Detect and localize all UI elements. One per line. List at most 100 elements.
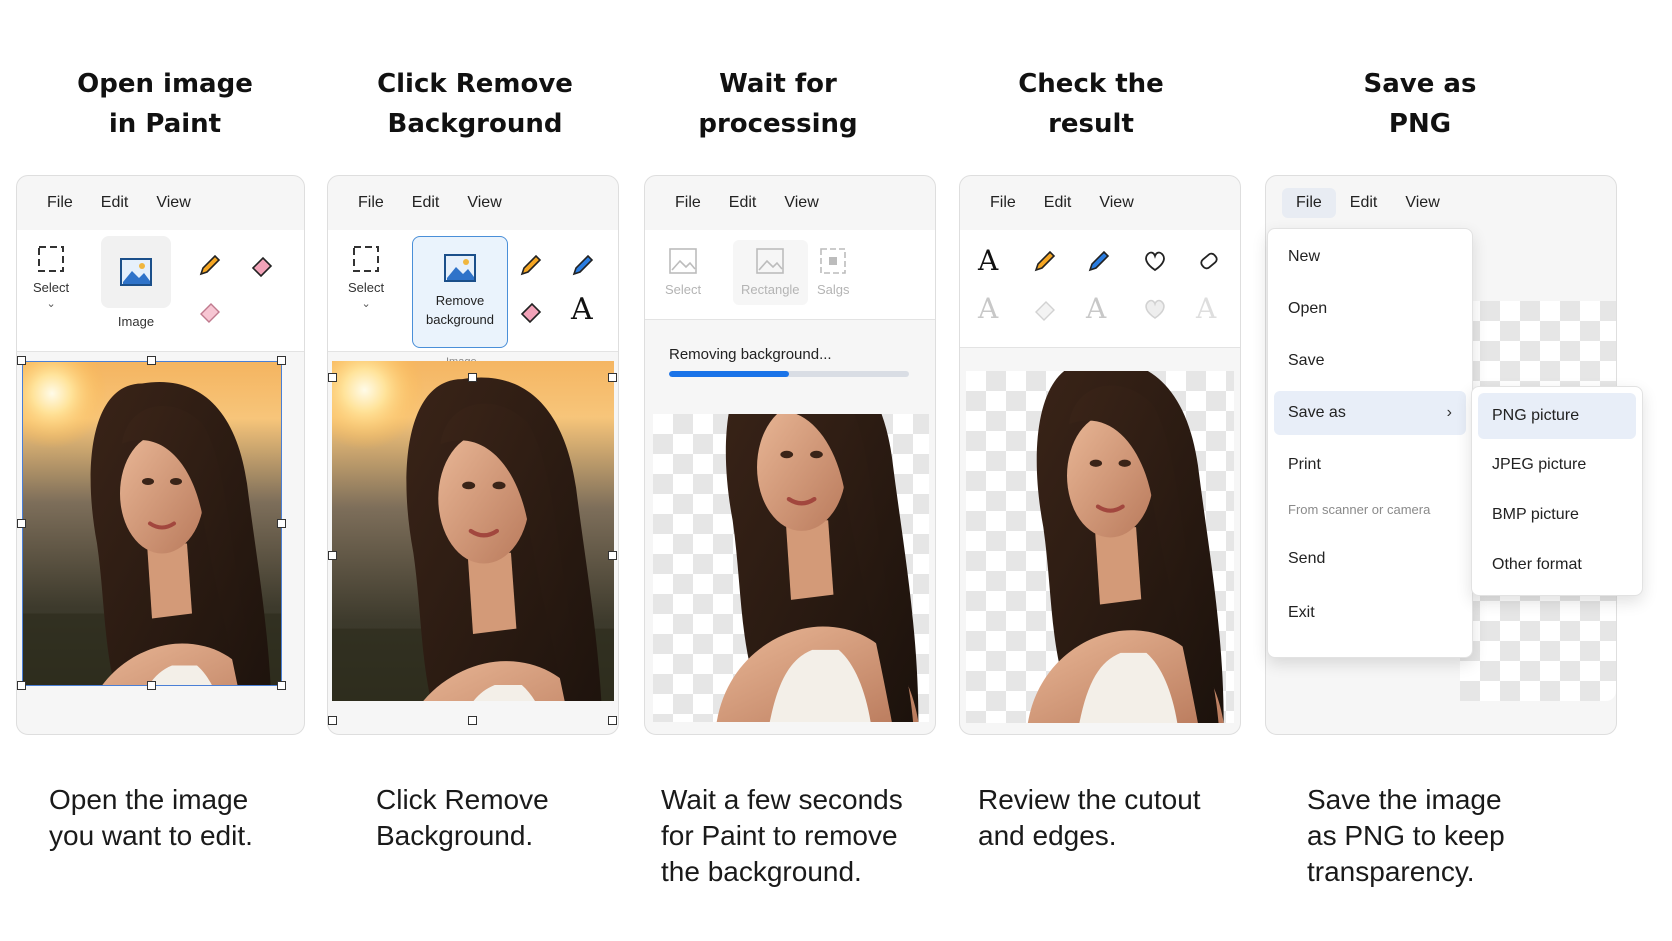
select-icon <box>38 246 65 272</box>
panel-check-result: File Edit View A A A A <box>959 175 1241 735</box>
resize-handle[interactable] <box>468 373 477 382</box>
menu-edit[interactable]: Edit <box>398 188 454 218</box>
menu-file[interactable]: File <box>661 188 715 218</box>
resize-handle[interactable] <box>17 681 26 690</box>
photo-canvas[interactable] <box>332 361 614 701</box>
menu-file[interactable]: File <box>976 188 1030 218</box>
resize-handle[interactable] <box>328 373 337 382</box>
panel-open-image: File Edit View Select ⌄ Image <box>16 175 305 735</box>
menu-bar: File Edit View <box>960 176 1240 230</box>
panel-processing: File Edit View Select Rectangle Salgs Re… <box>644 175 936 735</box>
menu-item-save-as[interactable]: Save as › <box>1274 391 1466 435</box>
menu-item-exit[interactable]: Exit <box>1274 591 1466 635</box>
resize-handle[interactable] <box>608 373 617 382</box>
eraser-icon[interactable] <box>1196 248 1222 274</box>
menu-bar: File Edit View <box>328 176 618 230</box>
select-tool[interactable]: Select ⌄ <box>33 244 69 310</box>
remove-background-button[interactable]: Remove background <box>412 236 508 348</box>
image-icon <box>669 248 697 274</box>
menu-bar: File Edit View <box>17 176 304 230</box>
menu-edit[interactable]: Edit <box>1336 188 1392 218</box>
menu-file[interactable]: File <box>33 188 87 218</box>
resize-handle[interactable] <box>277 519 286 528</box>
step-2-title: Click Remove Background <box>377 69 573 139</box>
menu-edit[interactable]: Edit <box>715 188 771 218</box>
step-4-title: Check the result <box>1018 69 1164 139</box>
resize-handle[interactable] <box>17 519 26 528</box>
salgs-label: Salgs <box>817 282 850 297</box>
text-icon[interactable]: A <box>978 244 998 277</box>
resize-handle[interactable] <box>277 356 286 365</box>
resize-handle[interactable] <box>277 681 286 690</box>
eraser-icon[interactable] <box>518 298 544 324</box>
resize-handle[interactable] <box>17 356 26 365</box>
menu-edit[interactable]: Edit <box>1030 188 1086 218</box>
chevron-down-icon: ⌄ <box>361 298 371 310</box>
step-3-caption: Wait a few seconds for Paint to remove t… <box>661 784 903 887</box>
toolbar: Select ⌄ Image <box>17 230 304 352</box>
menu-view[interactable]: View <box>770 188 832 218</box>
menu-item-print[interactable]: Print <box>1274 443 1466 487</box>
image-icon <box>120 258 152 286</box>
pen-icon[interactable] <box>1086 248 1112 274</box>
salgs-tool: Salgs <box>817 246 850 297</box>
step-3-title: Wait for processing <box>698 69 858 139</box>
image-icon <box>444 254 476 282</box>
toolbar: A A A A <box>960 230 1240 348</box>
file-menu: New Open Save Save as › Print From scann… <box>1267 228 1473 658</box>
select-tool: Select <box>665 246 701 297</box>
menu-item-other-format[interactable]: Other format <box>1478 543 1636 587</box>
menu-item-open[interactable]: Open <box>1274 287 1466 331</box>
photo-canvas[interactable] <box>966 371 1234 723</box>
progress-bar <box>669 371 909 377</box>
menu-view[interactable]: View <box>1391 188 1453 218</box>
eraser-light-icon[interactable] <box>197 298 223 324</box>
image-icon <box>756 248 785 274</box>
menu-view[interactable]: View <box>1085 188 1147 218</box>
step-5-caption: Save the image as PNG to keep transparen… <box>1307 784 1505 887</box>
chevron-right-icon: › <box>1446 404 1452 421</box>
select-tool[interactable]: Select ⌄ <box>348 244 384 310</box>
pencil-icon[interactable] <box>518 252 544 278</box>
image-tool[interactable]: Image <box>101 236 171 329</box>
menu-item-bmp-picture[interactable]: BMP picture <box>1478 493 1636 537</box>
text-icon: A <box>978 292 999 325</box>
photo-canvas[interactable] <box>653 414 929 722</box>
progress-fill <box>669 371 789 377</box>
menu-view[interactable]: View <box>142 188 204 218</box>
select-label: Select <box>33 280 70 295</box>
resize-handle[interactable] <box>468 716 477 725</box>
pen-icon[interactable] <box>570 252 596 278</box>
menu-view[interactable]: View <box>453 188 515 218</box>
menu-edit[interactable]: Edit <box>87 188 143 218</box>
step-1-title: Open image in Paint <box>77 69 253 139</box>
text-icon[interactable]: A <box>571 292 593 327</box>
menu-item-jpeg-picture[interactable]: JPEG picture <box>1478 443 1636 487</box>
resize-handle[interactable] <box>147 356 156 365</box>
resize-handle[interactable] <box>147 681 156 690</box>
resize-handle[interactable] <box>608 716 617 725</box>
pencil-icon[interactable] <box>197 252 223 278</box>
save-as-submenu: PNG picture JPEG picture BMP picture Oth… <box>1471 386 1643 596</box>
step-2-caption: Click Remove Background. <box>376 784 549 851</box>
menu-item-send[interactable]: Send <box>1274 537 1466 581</box>
menu-bar: File Edit View <box>1266 176 1616 230</box>
menu-item-save[interactable]: Save <box>1274 339 1466 383</box>
menu-file[interactable]: File <box>344 188 398 218</box>
menu-file[interactable]: File <box>1282 188 1336 218</box>
select-label: Select <box>348 280 385 295</box>
panel-remove-background: File Edit View Select ⌄ Remove backgroun… <box>327 175 619 735</box>
rectangle-label: Rectangle <box>741 282 800 297</box>
remove-background-label: Remove background <box>426 293 494 327</box>
photo-canvas[interactable] <box>22 361 282 686</box>
eraser-light-icon <box>1035 301 1055 321</box>
toolbar: Select Rectangle Salgs <box>645 230 935 320</box>
pencil-icon[interactable] <box>1032 248 1058 274</box>
resize-handle[interactable] <box>328 551 337 560</box>
eraser-icon[interactable] <box>249 252 275 278</box>
menu-item-new[interactable]: New <box>1274 235 1466 279</box>
resize-handle[interactable] <box>608 551 617 560</box>
menu-item-png-picture[interactable]: PNG picture <box>1478 393 1636 439</box>
lasso-icon[interactable] <box>1142 248 1168 274</box>
resize-handle[interactable] <box>328 716 337 725</box>
